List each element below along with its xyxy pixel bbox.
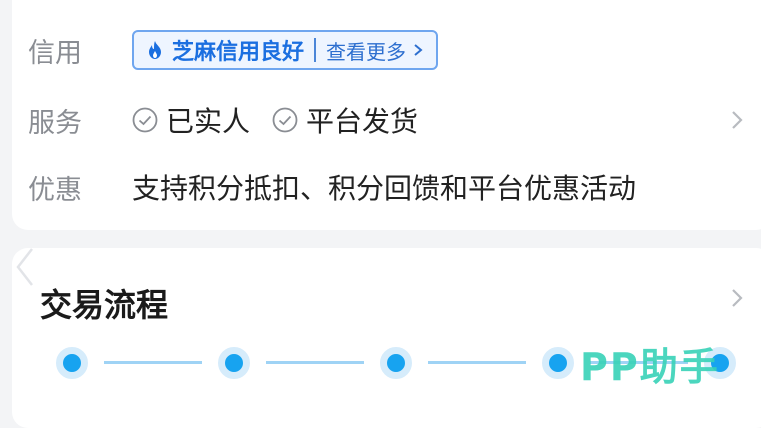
service-item-label: 已实人 bbox=[166, 105, 251, 138]
credit-row: 信用 芝麻信用良好 查看更多 bbox=[28, 30, 439, 70]
chevron-right-icon[interactable] bbox=[730, 287, 744, 309]
step-dot bbox=[218, 347, 250, 379]
chevron-left-icon[interactable] bbox=[14, 246, 36, 288]
check-circle-icon bbox=[272, 107, 298, 133]
check-circle-icon bbox=[132, 107, 158, 133]
service-label: 服务 bbox=[28, 107, 82, 139]
badge-divider bbox=[314, 38, 317, 62]
flame-icon bbox=[149, 41, 161, 59]
service-item-verified: 已实人 bbox=[132, 100, 250, 140]
chevron-right-icon bbox=[414, 44, 423, 56]
discount-text: 支持积分抵扣、积分回馈和平台优惠活动 bbox=[132, 172, 637, 205]
discount-label: 优惠 bbox=[28, 174, 82, 206]
step-connector bbox=[104, 361, 202, 364]
step-dot bbox=[56, 347, 88, 379]
chevron-right-icon[interactable] bbox=[730, 109, 744, 131]
credit-rating-text: 芝麻信用良好 bbox=[172, 40, 305, 65]
step-dot bbox=[542, 347, 574, 379]
step-dot bbox=[380, 347, 412, 379]
credit-label: 信用 bbox=[28, 37, 82, 69]
discount-row: 优惠 支持积分抵扣、积分回馈和平台优惠活动 bbox=[28, 167, 636, 207]
pp-assistant-watermark: PP助手 bbox=[580, 345, 720, 389]
service-row[interactable]: 服务 已实人 平台发货 bbox=[28, 100, 440, 140]
service-item-platform-ship: 平台发货 bbox=[272, 100, 418, 140]
sesame-credit-badge[interactable]: 芝麻信用良好 查看更多 bbox=[132, 30, 439, 70]
step-connector bbox=[266, 361, 364, 364]
view-more-link[interactable]: 查看更多 bbox=[326, 36, 406, 65]
trade-flow-title: 交易流程 bbox=[40, 286, 169, 324]
service-item-label: 平台发货 bbox=[306, 105, 419, 138]
step-connector bbox=[428, 361, 526, 364]
